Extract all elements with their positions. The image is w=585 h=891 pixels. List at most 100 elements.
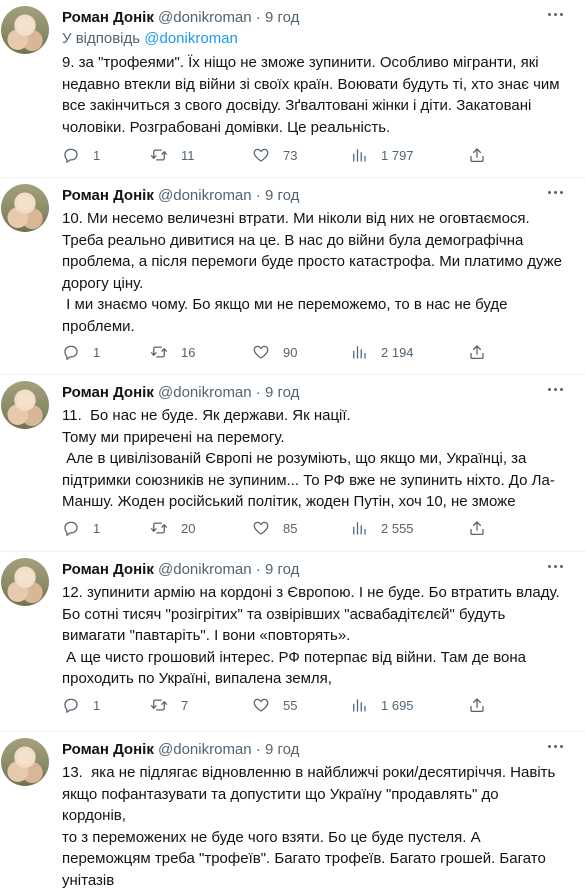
tweet-text-line: недавно втекли від війни зі своїх країн.… xyxy=(62,74,563,96)
like-button[interactable]: 90 xyxy=(252,342,297,362)
more-options-button[interactable] xyxy=(541,736,569,756)
timestamp[interactable]: 9 год xyxy=(265,561,299,578)
timestamp[interactable]: 9 год xyxy=(265,741,299,758)
more-icon xyxy=(548,191,551,194)
retweet-icon xyxy=(150,146,168,164)
reply-count: 1 xyxy=(93,345,100,360)
share-icon xyxy=(468,696,486,714)
reply-to-mention[interactable]: @donikroman xyxy=(144,30,238,47)
tweet-12[interactable]: Роман Донік @donikroman · 9 год 12. зупи… xyxy=(0,552,585,732)
retweet-button[interactable]: 7 xyxy=(150,695,188,715)
avatar[interactable] xyxy=(1,738,49,786)
tweet-text-line: Бо сотні тисяч "розігрітих" та озвірівши… xyxy=(62,604,563,626)
more-options-button[interactable] xyxy=(541,379,569,399)
like-count: 90 xyxy=(283,345,297,360)
author-name[interactable]: Роман Донік xyxy=(62,384,154,401)
views-icon xyxy=(350,519,368,537)
reply-count: 1 xyxy=(93,148,100,163)
author-handle[interactable]: @donikroman xyxy=(158,741,252,758)
author-name[interactable]: Роман Донік xyxy=(62,187,154,204)
reply-button[interactable]: 1 xyxy=(62,145,100,165)
reply-to-label: У відповідь xyxy=(62,30,144,47)
share-icon xyxy=(468,343,486,361)
reply-icon xyxy=(62,343,80,361)
like-button[interactable]: 85 xyxy=(252,518,297,538)
retweet-button[interactable]: 11 xyxy=(150,145,195,165)
views-button[interactable]: 2 555 xyxy=(350,518,414,538)
like-count: 85 xyxy=(283,521,297,536)
separator-dot: · xyxy=(256,384,261,401)
tweet-header: Роман Донік @donikroman · 9 год xyxy=(62,186,299,206)
tweet-text-line: 13. яка не підлягає відновленню в найбли… xyxy=(62,762,563,784)
like-count: 55 xyxy=(283,698,297,713)
author-name[interactable]: Роман Донік xyxy=(62,741,154,758)
more-options-button[interactable] xyxy=(541,556,569,576)
tweet-9[interactable]: Роман Донік @donikroman · 9 год У відпов… xyxy=(0,0,585,178)
more-icon xyxy=(548,13,551,16)
tweet-text-line: якщо пофантазувати та допустити що Украї… xyxy=(62,784,563,827)
tweet-text-line: А ще чисто грошовий інтерес. РФ потерпає… xyxy=(62,647,563,669)
tweet-text: 13. яка не підлягає відновленню в найбли… xyxy=(62,762,563,891)
tweet-text-line: Тому ми приречені на перемогу. xyxy=(62,427,563,449)
tweet-text-line: все закінчиться з свого досвіду. Зґвалто… xyxy=(62,95,563,117)
tweet-header: Роман Донік @donikroman · 9 год xyxy=(62,740,299,760)
separator-dot: · xyxy=(256,9,261,26)
share-button[interactable] xyxy=(468,518,486,538)
more-options-button[interactable] xyxy=(541,4,569,24)
share-button[interactable] xyxy=(468,145,486,165)
reply-button[interactable]: 1 xyxy=(62,695,100,715)
retweet-button[interactable]: 20 xyxy=(150,518,195,538)
timestamp[interactable]: 9 год xyxy=(265,9,299,26)
heart-icon xyxy=(252,519,270,537)
like-button[interactable]: 73 xyxy=(252,145,297,165)
views-button[interactable]: 1 695 xyxy=(350,695,414,715)
author-handle[interactable]: @donikroman xyxy=(158,384,252,401)
author-name[interactable]: Роман Донік xyxy=(62,9,154,26)
views-button[interactable]: 1 797 xyxy=(350,145,414,165)
retweet-count: 16 xyxy=(181,345,195,360)
separator-dot: · xyxy=(256,561,261,578)
avatar[interactable] xyxy=(1,381,49,429)
view-count: 1 797 xyxy=(381,148,414,163)
author-name[interactable]: Роман Донік xyxy=(62,561,154,578)
tweet-text: 12. зупинити армію на кордоні з Європою.… xyxy=(62,582,563,690)
share-button[interactable] xyxy=(468,342,486,362)
reply-icon xyxy=(62,146,80,164)
avatar[interactable] xyxy=(1,558,49,606)
tweet-text-line: переможцям треба "трофеїв". Багато трофе… xyxy=(62,848,563,870)
tweet-actions: 1 16 90 2 194 xyxy=(62,342,492,362)
tweet-11[interactable]: Роман Донік @donikroman · 9 год 11. Бо н… xyxy=(0,375,585,552)
timestamp[interactable]: 9 год xyxy=(265,187,299,204)
tweet-text: 10. Ми несемо величезні втрати. Ми нікол… xyxy=(62,208,563,337)
view-count: 1 695 xyxy=(381,698,414,713)
tweet-text-line: вимагати "павтаріть". І вони «повторять»… xyxy=(62,625,563,647)
share-button[interactable] xyxy=(468,695,486,715)
retweet-button[interactable]: 16 xyxy=(150,342,195,362)
retweet-icon xyxy=(150,519,168,537)
tweet-text-line: Але в цивілізованій Європі не розуміють,… xyxy=(62,448,563,470)
more-options-button[interactable] xyxy=(541,182,569,202)
views-button[interactable]: 2 194 xyxy=(350,342,414,362)
avatar[interactable] xyxy=(1,6,49,54)
tweet-text-line: 9. за "трофеями". Їх ніщо не зможе зупин… xyxy=(62,52,563,74)
timestamp[interactable]: 9 год xyxy=(265,384,299,401)
tweet-13[interactable]: Роман Донік @donikroman · 9 год 13. яка … xyxy=(0,732,585,861)
author-handle[interactable]: @donikroman xyxy=(158,561,252,578)
avatar[interactable] xyxy=(1,184,49,232)
like-button[interactable]: 55 xyxy=(252,695,297,715)
author-handle[interactable]: @donikroman xyxy=(158,187,252,204)
retweet-icon xyxy=(150,696,168,714)
reply-button[interactable]: 1 xyxy=(62,518,100,538)
reply-button[interactable]: 1 xyxy=(62,342,100,362)
author-handle[interactable]: @donikroman xyxy=(158,9,252,26)
tweet-header: Роман Донік @donikroman · 9 год xyxy=(62,383,299,403)
tweet-text-line: дорогу ціну. xyxy=(62,273,563,295)
share-icon xyxy=(468,146,486,164)
share-icon xyxy=(468,519,486,537)
reply-icon xyxy=(62,696,80,714)
view-count: 2 555 xyxy=(381,521,414,536)
more-icon xyxy=(548,565,551,568)
more-icon xyxy=(548,745,551,748)
more-icon xyxy=(548,388,551,391)
tweet-10[interactable]: Роман Донік @donikroman · 9 год 10. Ми н… xyxy=(0,178,585,375)
